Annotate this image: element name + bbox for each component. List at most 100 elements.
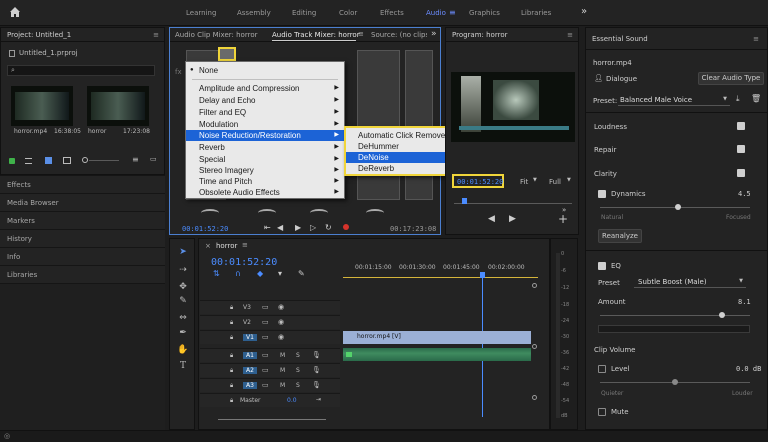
menu-item-filter[interactable]: Filter and EQ ▶ — [186, 107, 344, 118]
mute-toggle[interactable]: M — [280, 382, 285, 389]
more-controls-icon[interactable]: » — [562, 206, 566, 214]
hand-tool-icon[interactable]: ✋ — [176, 345, 190, 357]
pen-tool-icon[interactable]: ✒ — [176, 328, 190, 340]
effect-slot-highlight[interactable] — [218, 47, 236, 61]
eq-checkbox[interactable] — [598, 262, 606, 270]
add-button-icon[interactable]: + — [558, 212, 568, 226]
sidebar-item-media-browser[interactable]: Media Browser — [0, 193, 165, 211]
dynamics-slider-knob[interactable] — [675, 204, 681, 210]
add-marker-icon[interactable]: ◆ — [257, 269, 263, 278]
snap-icon[interactable]: ⇅ — [213, 269, 220, 278]
track-a3[interactable]: 🔒︎ A3 ▭ M S 🎙︎ — [200, 378, 340, 392]
workspace-audio[interactable]: Audio — [426, 9, 446, 17]
program-video[interactable] — [451, 72, 575, 142]
level-slider-knob[interactable] — [672, 379, 678, 385]
tab-source[interactable]: Source: (no clips) — [371, 31, 427, 39]
track-a2[interactable]: 🔒︎ A2 ▭ M S 🎙︎ — [200, 363, 340, 377]
lock-icon[interactable]: 🔒︎ — [230, 352, 233, 360]
eye-icon[interactable]: ◉ — [278, 333, 284, 341]
pan-knob[interactable] — [310, 209, 328, 217]
track-v3[interactable]: 🔒︎ V3 ▭ ◉ — [200, 300, 340, 314]
amount-slider-knob[interactable] — [718, 312, 725, 318]
close-icon[interactable]: × — [205, 242, 211, 250]
timeline-scroll-end[interactable] — [532, 395, 537, 400]
save-preset-icon[interactable]: ⤓ — [736, 94, 740, 104]
clip-thumbnail[interactable] — [11, 86, 73, 126]
microphone-icon[interactable]: 🎙︎ — [312, 381, 321, 389]
dynamics-checkbox[interactable] — [598, 190, 606, 198]
sidebar-item-effects[interactable]: Effects — [0, 175, 165, 193]
amount-value[interactable]: 8.1 — [738, 298, 751, 306]
program-scrubber[interactable] — [454, 203, 572, 204]
lock-icon[interactable]: 🔒︎ — [230, 367, 233, 375]
tab-menu-icon[interactable]: ≡ — [358, 30, 364, 38]
workspace-effects[interactable]: Effects — [380, 9, 404, 17]
lock-icon[interactable]: 🔒︎ — [230, 334, 233, 342]
workspace-assembly[interactable]: Assembly — [237, 9, 271, 17]
step-forward-icon[interactable]: ▷ — [310, 223, 316, 232]
workspace-menu-icon[interactable]: ≡ — [449, 8, 456, 17]
linked-selection-icon[interactable]: ∩ — [235, 269, 241, 278]
repair-checkbox[interactable] — [737, 145, 745, 153]
clarity-section[interactable]: Clarity — [594, 170, 617, 178]
loudness-section[interactable]: Loudness — [594, 123, 627, 131]
track-select-tool-icon[interactable]: ⇢ — [176, 265, 190, 277]
eye-icon[interactable]: ◉ — [278, 318, 284, 326]
menu-item-noise-reduction[interactable]: Noise Reduction/Restoration ▶ — [186, 130, 344, 141]
step-back-icon[interactable]: ⇤ — [264, 223, 271, 232]
solo-toggle[interactable]: S — [296, 352, 300, 359]
step-back-icon[interactable]: ◀ — [488, 214, 495, 224]
track-v1[interactable]: 🔒︎ V1 ▭ ◉ — [200, 330, 340, 344]
slip-tool-icon[interactable]: ⇔ — [176, 313, 190, 325]
chevron-down-icon[interactable]: ▼ — [567, 177, 571, 183]
preset-select[interactable]: Balanced Male Voice ▼ — [618, 94, 730, 106]
type-tool-icon[interactable]: T — [176, 361, 190, 373]
tab-audio-track-mixer[interactable]: Audio Track Mixer: horror — [272, 31, 360, 39]
home-icon[interactable] — [9, 6, 21, 18]
workspace-color[interactable]: Color — [339, 9, 357, 17]
record-icon[interactable] — [343, 224, 349, 230]
microphone-icon[interactable]: 🎙︎ — [312, 351, 321, 359]
pan-knob[interactable] — [201, 209, 219, 217]
zoom-select[interactable]: Fit — [520, 178, 528, 186]
timeline-scroll-end[interactable] — [532, 344, 537, 349]
panel-menu-icon[interactable]: ≡ — [753, 28, 759, 49]
solo-toggle[interactable]: S — [296, 382, 300, 389]
sequence-thumbnail[interactable] — [87, 86, 149, 126]
panel-menu-icon[interactable]: ≡ — [153, 28, 159, 41]
rewind-icon[interactable]: ◀ — [277, 223, 283, 232]
toggle-output-icon[interactable]: ▭ — [262, 333, 269, 341]
delete-preset-icon[interactable]: 🗑︎ — [751, 94, 761, 103]
timeline-horizontal-scroll[interactable] — [218, 419, 326, 420]
razor-tool-icon[interactable]: ✎ — [176, 296, 190, 308]
timeline-timecode[interactable]: 00:01:52:20 — [211, 257, 277, 268]
ripple-edit-tool-icon[interactable]: ✥ — [176, 282, 190, 294]
toggle-sync-icon[interactable]: ▭ — [262, 381, 269, 389]
menu-item-amplitude[interactable]: Amplitude and Compression ▶ — [186, 83, 344, 94]
marker-icon[interactable]: ▾ — [278, 269, 282, 278]
microphone-icon[interactable]: 🎙︎ — [312, 366, 321, 374]
lock-icon[interactable]: 🔒︎ — [230, 397, 233, 405]
pan-knob[interactable] — [258, 209, 276, 217]
amount-slider[interactable] — [600, 315, 750, 316]
toggle-output-icon[interactable]: ▭ — [262, 303, 269, 311]
level-value[interactable]: 0.0 dB — [736, 365, 761, 373]
playhead-marker[interactable] — [462, 198, 467, 204]
menu-item-none[interactable]: ● None — [186, 65, 344, 76]
master-value[interactable]: 0.0 — [287, 397, 297, 404]
loop-icon[interactable]: ↻ — [325, 223, 332, 232]
audio-clip[interactable] — [343, 348, 531, 361]
toggle-sync-icon[interactable]: ▭ — [262, 351, 269, 359]
workspace-editing[interactable]: Editing — [292, 9, 316, 17]
repair-section[interactable]: Repair — [594, 146, 616, 154]
skip-end-icon[interactable]: ⇥ — [316, 396, 321, 403]
mute-toggle[interactable]: M — [280, 367, 285, 374]
wrench-icon[interactable]: ✎ — [298, 269, 305, 278]
lock-icon[interactable]: 🔒︎ — [230, 304, 233, 312]
dynamics-value[interactable]: 4.5 — [738, 190, 751, 198]
quality-select[interactable]: Full — [549, 178, 561, 186]
icon-view-icon[interactable] — [45, 157, 52, 164]
lock-icon[interactable]: 🔒︎ — [230, 319, 233, 327]
track-v2[interactable]: 🔒︎ V2 ▭ ◉ — [200, 315, 340, 329]
freeform-view-icon[interactable] — [63, 157, 71, 164]
